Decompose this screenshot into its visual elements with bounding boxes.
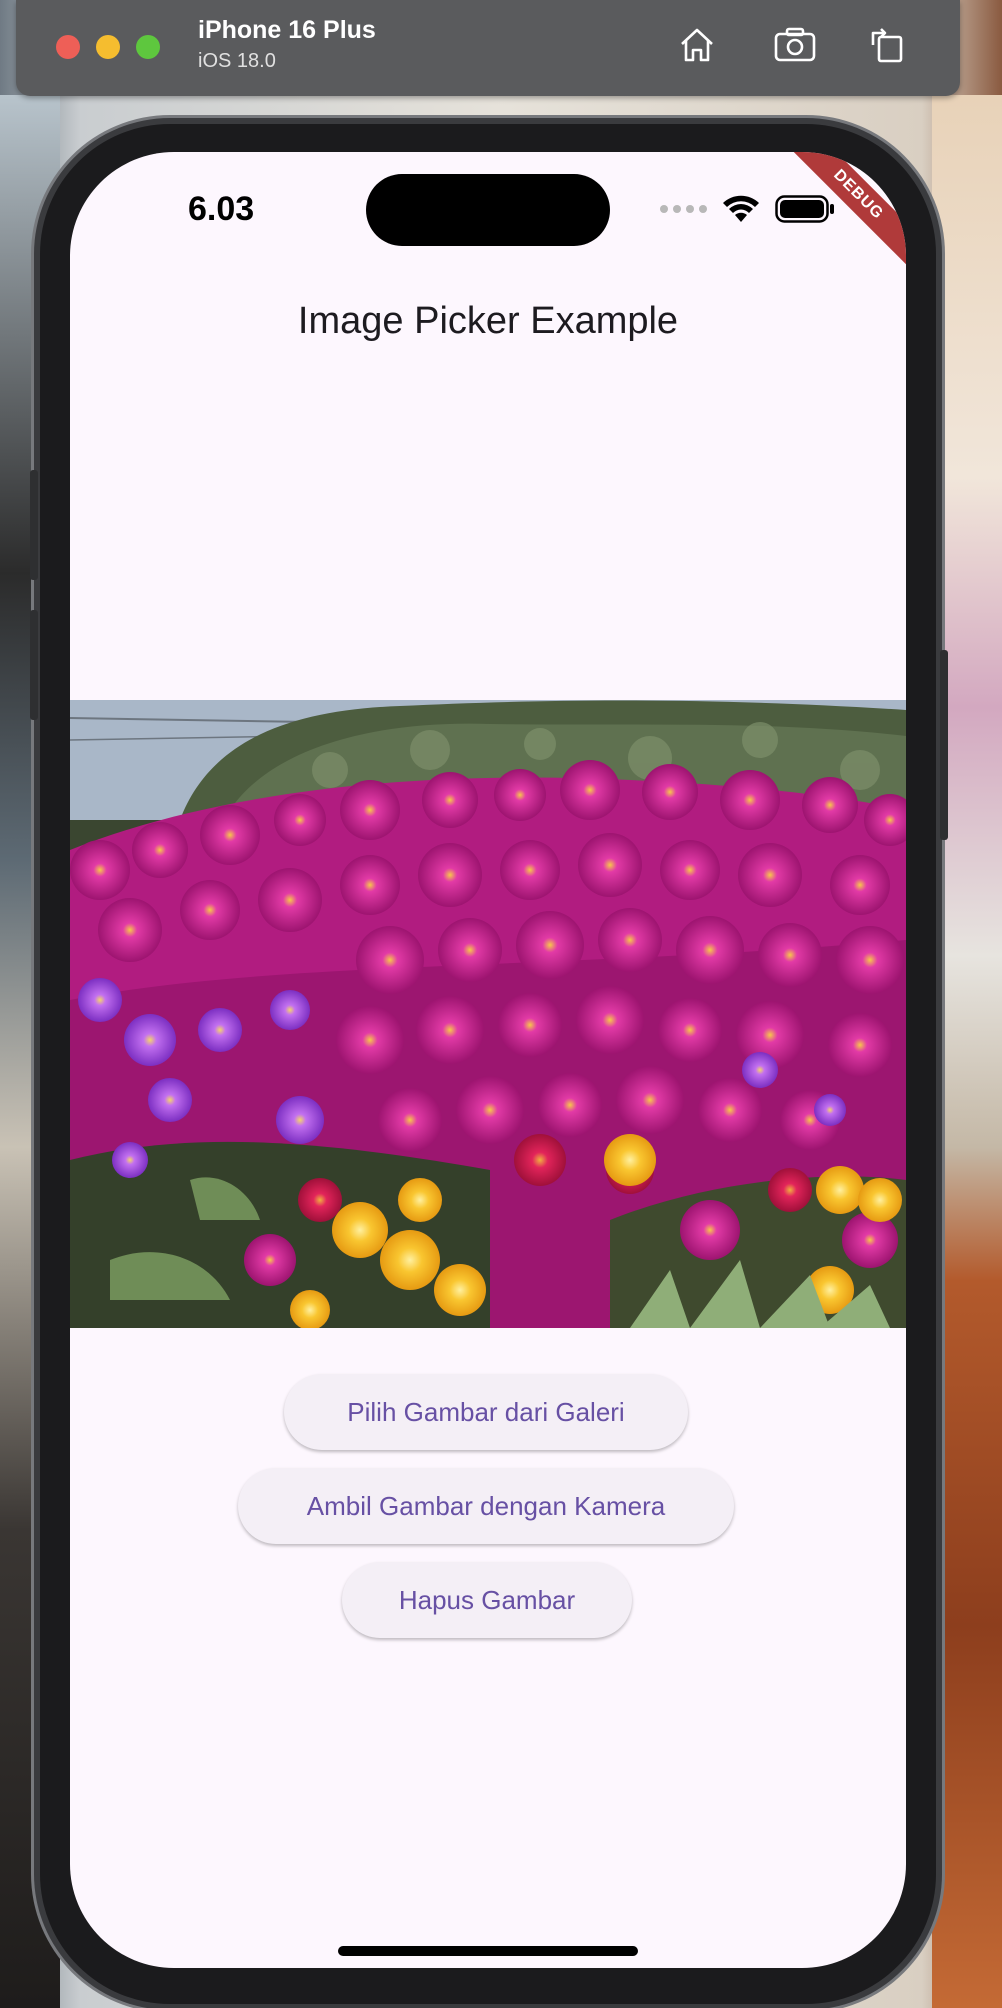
delete-image-button[interactable]: Hapus Gambar — [342, 1562, 632, 1638]
selected-image — [70, 700, 906, 1328]
simulator-device-name: iPhone 16 Plus — [198, 16, 376, 44]
volume-up-button — [30, 470, 38, 580]
close-window-button[interactable] — [56, 35, 80, 59]
minimize-window-button[interactable] — [96, 35, 120, 59]
pick-from-gallery-button[interactable]: Pilih Gambar dari Galeri — [284, 1374, 688, 1450]
battery-icon — [775, 195, 834, 223]
page-title: Image Picker Example — [297, 300, 679, 342]
desktop-wallpaper-right — [932, 95, 1002, 2008]
simulator-os-version: iOS 18.0 — [198, 50, 276, 72]
home-indicator[interactable] — [338, 1946, 638, 1956]
app-screen: 6.03 DEBUG Image Picker Example Pilih Ga… — [70, 152, 906, 1968]
status-icons — [660, 194, 835, 224]
dynamic-island — [366, 174, 610, 246]
zoom-window-button[interactable] — [136, 35, 160, 59]
take-photo-camera-button[interactable]: Ambil Gambar dengan Kamera — [238, 1468, 734, 1544]
volume-down-button — [30, 610, 38, 720]
rotate-icon[interactable] — [864, 22, 910, 68]
screenshot-icon[interactable] — [772, 22, 818, 68]
home-icon[interactable] — [674, 22, 720, 68]
status-time: 6.03 — [188, 190, 255, 228]
side-power-button — [940, 650, 948, 840]
wifi-icon — [723, 195, 759, 222]
cellular-signal-icon — [660, 205, 707, 213]
simulator-title-bar: iPhone 16 Plus iOS 18.0 — [16, 0, 960, 96]
